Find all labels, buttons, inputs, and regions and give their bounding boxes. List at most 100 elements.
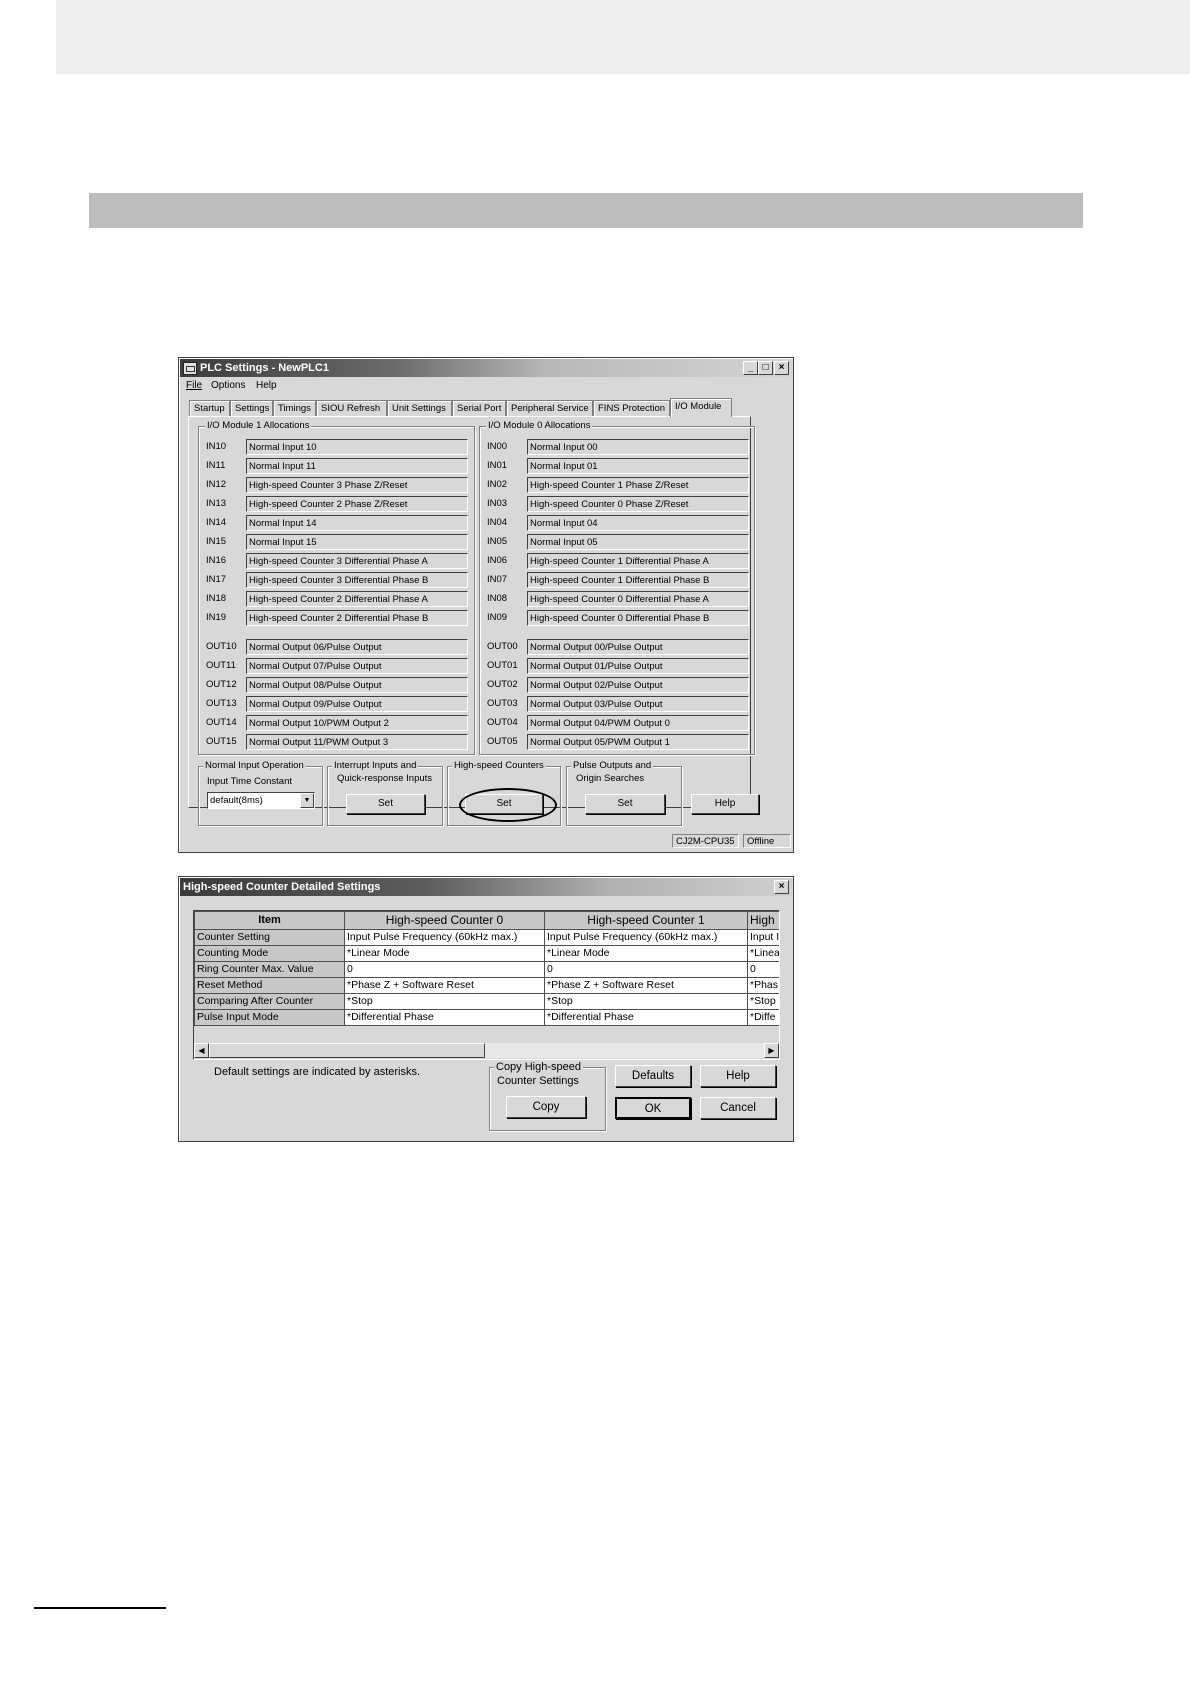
io-point-label: IN18: [206, 593, 227, 604]
menu-help[interactable]: Help: [256, 380, 277, 391]
counter-1-cell[interactable]: *Differential Phase: [544, 1009, 748, 1026]
horizontal-scrollbar[interactable]: ◀ ▶: [194, 1043, 779, 1058]
counter-1-cell[interactable]: Input Pulse Frequency (60kHz max.): [544, 929, 748, 946]
section-heading-bar: [89, 193, 1083, 228]
interrupt-inputs-title-2: Quick-response Inputs: [337, 773, 433, 784]
input-row: IN19 High-speed Counter 2 Differential Ph…: [206, 610, 468, 627]
pulse-outputs-title-1: Pulse Outputs and: [571, 760, 654, 772]
row-item-cell: Reset Method: [194, 977, 345, 994]
hsc-table-frame: Item High-speed Counter 0 High-speed Cou…: [193, 910, 780, 1060]
tab-serial-port[interactable]: Serial Port: [452, 400, 506, 416]
scroll-right-icon[interactable]: ▶: [764, 1043, 779, 1058]
counter-2-cell[interactable]: *Diffe: [747, 1009, 779, 1026]
counter-1-cell[interactable]: *Stop: [544, 993, 748, 1010]
io-point-label: OUT04: [487, 717, 518, 728]
io-point-label: IN04: [487, 517, 508, 528]
help-button[interactable]: Help: [691, 794, 759, 814]
tab-io-module[interactable]: I/O Module: [670, 398, 732, 417]
scroll-left-icon[interactable]: ◀: [194, 1043, 209, 1058]
hsc-detailed-settings-dialog: High-speed Counter Detailed Settings × I…: [178, 876, 794, 1142]
chevron-down-icon[interactable]: ▼: [300, 793, 314, 808]
input-row: IN09 High-speed Counter 0 Differential Ph…: [487, 610, 749, 627]
row-item-cell: Pulse Input Mode: [194, 1009, 345, 1026]
io-point-label: IN11: [206, 460, 226, 471]
table-row: Counting Mode *Linear Mode *Linear Mode *Li…: [194, 945, 779, 962]
tab-unit-settings[interactable]: Unit Settings: [387, 400, 452, 416]
input-row: IN01 Normal Input 01: [487, 458, 749, 475]
io-point-label: OUT00: [487, 641, 518, 652]
input-row: IN03 High-speed Counter 0 Phase Z/Reset: [487, 496, 749, 513]
tab-peripheral-service[interactable]: Peripheral Service: [506, 400, 593, 416]
io-allocation-field: Normal Input 04: [527, 515, 749, 531]
output-row: OUT05 Normal Output 05/PWM Output 1: [487, 734, 749, 751]
defaults-button[interactable]: Defaults: [615, 1065, 691, 1087]
pulse-outputs-set-button[interactable]: Set: [585, 794, 665, 814]
io-allocation-field: High-speed Counter 3 Phase Z/Reset: [246, 477, 468, 493]
scroll-thumb[interactable]: [209, 1043, 485, 1058]
counter-0-cell[interactable]: *Differential Phase: [344, 1009, 545, 1026]
pulse-outputs-title-2: Origin Searches: [576, 773, 645, 784]
input-row: IN15 Normal Input 15: [206, 534, 468, 551]
output-row: OUT10 Normal Output 06/Pulse Output: [206, 639, 468, 656]
output-row: OUT12 Normal Output 08/Pulse Output: [206, 677, 468, 694]
input-row: IN04 Normal Input 04: [487, 515, 749, 532]
counter-2-cell[interactable]: *Phas: [747, 977, 779, 994]
io-allocation-field: High-speed Counter 0 Differential Phase …: [527, 591, 749, 607]
interrupt-inputs-set-button[interactable]: Set: [346, 794, 425, 814]
counter-0-cell[interactable]: 0: [344, 961, 545, 978]
tab-timings[interactable]: Timings: [273, 400, 316, 416]
output-row: OUT03 Normal Output 03/Pulse Output: [487, 696, 749, 713]
close-icon[interactable]: ×: [774, 880, 789, 894]
window-title: PLC Settings - NewPLC1: [200, 362, 329, 374]
io-point-label: OUT15: [206, 736, 237, 747]
counter-2-cell[interactable]: Input I: [747, 929, 779, 946]
copy-button[interactable]: Copy: [506, 1096, 586, 1118]
counter-2-cell[interactable]: 0: [747, 961, 779, 978]
cancel-button[interactable]: Cancel: [700, 1097, 776, 1119]
counter-0-cell[interactable]: *Stop: [344, 993, 545, 1010]
plc-settings-titlebar: PLC Settings - NewPLC1 _ □ ×: [180, 359, 792, 377]
tab-fins-protection[interactable]: FINS Protection: [593, 400, 670, 416]
copy-settings-title-2: Counter Settings: [497, 1075, 579, 1087]
output-row: OUT13 Normal Output 09/Pulse Output: [206, 696, 468, 713]
output-row: OUT01 Normal Output 01/Pulse Output: [487, 658, 749, 675]
io-allocation-field: Normal Input 11: [246, 458, 468, 474]
close-icon[interactable]: ×: [774, 361, 789, 375]
counter-0-cell[interactable]: Input Pulse Frequency (60kHz max.): [344, 929, 545, 946]
maximize-icon[interactable]: □: [758, 361, 773, 375]
app-icon: [183, 362, 197, 375]
high-speed-counters-set-button[interactable]: Set: [465, 794, 543, 814]
io-module-1-title: I/O Module 1 Allocations: [205, 420, 312, 432]
ok-button[interactable]: OK: [615, 1097, 691, 1119]
io-point-label: IN02: [487, 479, 508, 490]
input-row: IN05 Normal Input 05: [487, 534, 749, 551]
io-point-label: IN17: [206, 574, 227, 585]
counter-1-cell[interactable]: *Linear Mode: [544, 945, 748, 962]
counter-0-cell[interactable]: *Linear Mode: [344, 945, 545, 962]
counter-2-cell[interactable]: *Stop: [747, 993, 779, 1010]
input-row: IN06 High-speed Counter 1 Differential Ph…: [487, 553, 749, 570]
hsc-help-button[interactable]: Help: [700, 1065, 776, 1087]
io-point-label: OUT03: [487, 698, 518, 709]
counter-1-cell[interactable]: 0: [544, 961, 748, 978]
column-header-item: Item: [194, 911, 345, 930]
input-row: IN08 High-speed Counter 0 Differential Ph…: [487, 591, 749, 608]
tab-siou-refresh[interactable]: SIOU Refresh: [316, 400, 387, 416]
high-speed-counters-group: High-speed Counters Set: [447, 760, 561, 826]
high-speed-counters-title: High-speed Counters: [452, 760, 546, 772]
menu-options[interactable]: Options: [211, 380, 245, 391]
menu-file[interactable]: File: [186, 380, 202, 391]
io-point-label: IN05: [487, 536, 508, 547]
input-time-constant-select[interactable]: default(8ms) ▼: [207, 792, 315, 809]
tab-settings[interactable]: Settings: [230, 400, 273, 416]
input-row: IN02 High-speed Counter 1 Phase Z/Reset: [487, 477, 749, 494]
counter-0-cell[interactable]: *Phase Z + Software Reset: [344, 977, 545, 994]
minimize-icon[interactable]: _: [743, 361, 758, 375]
counter-2-cell[interactable]: *Linea: [747, 945, 779, 962]
hsc-dialog-title: High-speed Counter Detailed Settings: [183, 881, 381, 893]
tab-startup[interactable]: Startup: [189, 400, 230, 416]
counter-1-cell[interactable]: *Phase Z + Software Reset: [544, 977, 748, 994]
io-point-label: IN08: [487, 593, 508, 604]
io-point-label: IN15: [206, 536, 227, 547]
io-allocation-field: High-speed Counter 0 Phase Z/Reset: [527, 496, 749, 512]
